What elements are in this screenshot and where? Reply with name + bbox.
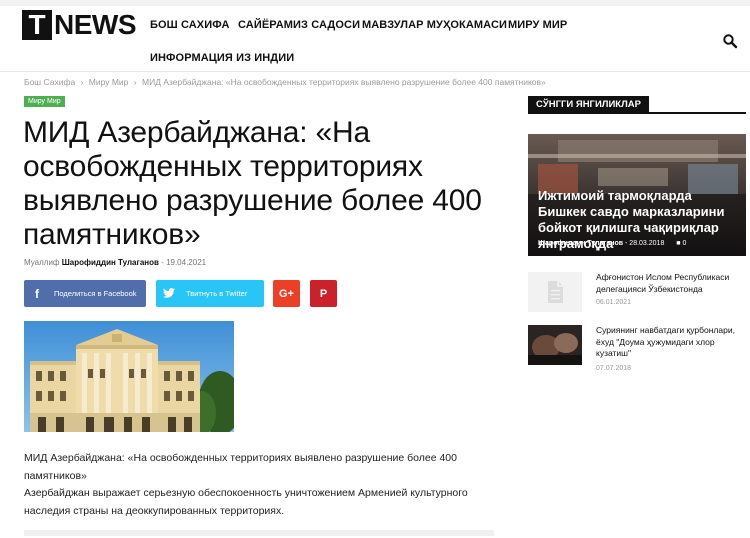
- share-twitter-button[interactable]: Твитнуть в Twitter: [156, 280, 264, 307]
- breadcrumb-category[interactable]: Миру Мир: [89, 77, 129, 87]
- logo-wordmark: NEWS: [54, 9, 137, 40]
- nav-item-planet-echo[interactable]: САЙЁРАМИЗ САДОСИ: [238, 19, 360, 31]
- meta-separator: -: [161, 258, 164, 267]
- featured-author[interactable]: Шарофиддин Тулаганов: [538, 240, 623, 247]
- twitter-icon: [156, 287, 182, 301]
- share-facebook-label: Поделиться в Facebook: [54, 289, 137, 298]
- breadcrumb-home[interactable]: Бош Сахифа: [24, 77, 75, 87]
- meta-separator: -: [625, 240, 628, 247]
- google-plus-icon: G+: [279, 287, 294, 300]
- header-divider: [0, 71, 750, 72]
- article-paragraph: Азербайджан выражает серьезную обеспокое…: [24, 487, 468, 517]
- side-news-date: 06.01.2021: [596, 299, 632, 306]
- facebook-icon: f: [35, 286, 39, 301]
- latest-news-heading: СЎНГГИ ЯНГИЛИКЛАР: [528, 96, 746, 114]
- search-icon[interactable]: [722, 33, 738, 49]
- featured-date: 28.03.2018: [629, 240, 665, 247]
- author-name[interactable]: Шарофиддин Тулаганов: [62, 258, 159, 267]
- article-meta: Муаллиф Шарофиддин Тулаганов - 19.04.202…: [24, 258, 206, 267]
- nav-item-india-info[interactable]: ИНФОРМАЦИЯ ИЗ ИНДИИ: [150, 52, 294, 64]
- side-news-item[interactable]: Суриянинг навбатдаги қурбонлари, ёхуд "Д…: [528, 325, 746, 372]
- featured-news-meta: Шарофиддин Тулаганов - 28.03.2018 ■ 0: [538, 240, 686, 247]
- side-news-date: 07.07.2018: [596, 365, 632, 372]
- content-fade: [24, 530, 494, 536]
- share-twitter-label: Твитнуть в Twitter: [186, 289, 248, 298]
- comment-icon: ■: [676, 240, 681, 247]
- article-body: МИД Азербайджана: «На освобожденных терр…: [24, 450, 504, 520]
- placeholder-thumbnail: [528, 272, 582, 312]
- side-news-title[interactable]: Афғонистон Ислом Республикаси делегацияс…: [596, 272, 746, 295]
- article-image: [24, 321, 234, 432]
- nav-item-home[interactable]: БОШ САХИФА: [150, 19, 230, 31]
- share-gplus-button[interactable]: G+: [273, 280, 300, 307]
- latest-news-label: СЎНГГИ ЯНГИЛИКЛАР: [528, 96, 649, 114]
- logo-t-mark: T: [22, 10, 52, 40]
- breadcrumb-current: МИД Азербайджана: «На освобожденных терр…: [142, 77, 546, 87]
- share-facebook-button[interactable]: f Поделиться в Facebook: [24, 280, 146, 307]
- nav-item-topics[interactable]: МАВЗУЛАР МУҲОКАМАСИ: [362, 19, 507, 31]
- top-strip: [0, 0, 750, 6]
- side-news-title[interactable]: Суриянинг навбатдаги қурбонлари, ёхуд "Д…: [596, 325, 746, 360]
- side-news-item[interactable]: Афғонистон Ислом Республикаси делегацияс…: [528, 272, 746, 317]
- pinterest-icon: P: [319, 287, 328, 300]
- breadcrumb: Бош Сахифа › Миру Мир › МИД Азербайджана…: [24, 77, 549, 87]
- featured-news-card[interactable]: Ижтимоий тармоқларда Бишкек савдо марказ…: [528, 134, 746, 256]
- news-thumbnail: [528, 325, 582, 365]
- featured-comment-count: 0: [682, 240, 687, 247]
- nav-item-world[interactable]: МИРУ МИР: [508, 19, 567, 31]
- article-date: 19.04.2021: [166, 258, 207, 267]
- category-badge[interactable]: Миру Мир: [24, 96, 65, 107]
- breadcrumb-separator: ›: [80, 77, 84, 87]
- article-paragraph: МИД Азербайджана: «На освобожденных терр…: [24, 452, 457, 482]
- share-pinterest-button[interactable]: P: [310, 280, 337, 307]
- breadcrumb-separator: ›: [133, 77, 137, 87]
- article-title: МИД Азербайджана: «На освобожденных терр…: [23, 116, 482, 251]
- author-label: Муаллиф: [24, 258, 60, 267]
- site-logo[interactable]: T NEWS: [22, 9, 137, 40]
